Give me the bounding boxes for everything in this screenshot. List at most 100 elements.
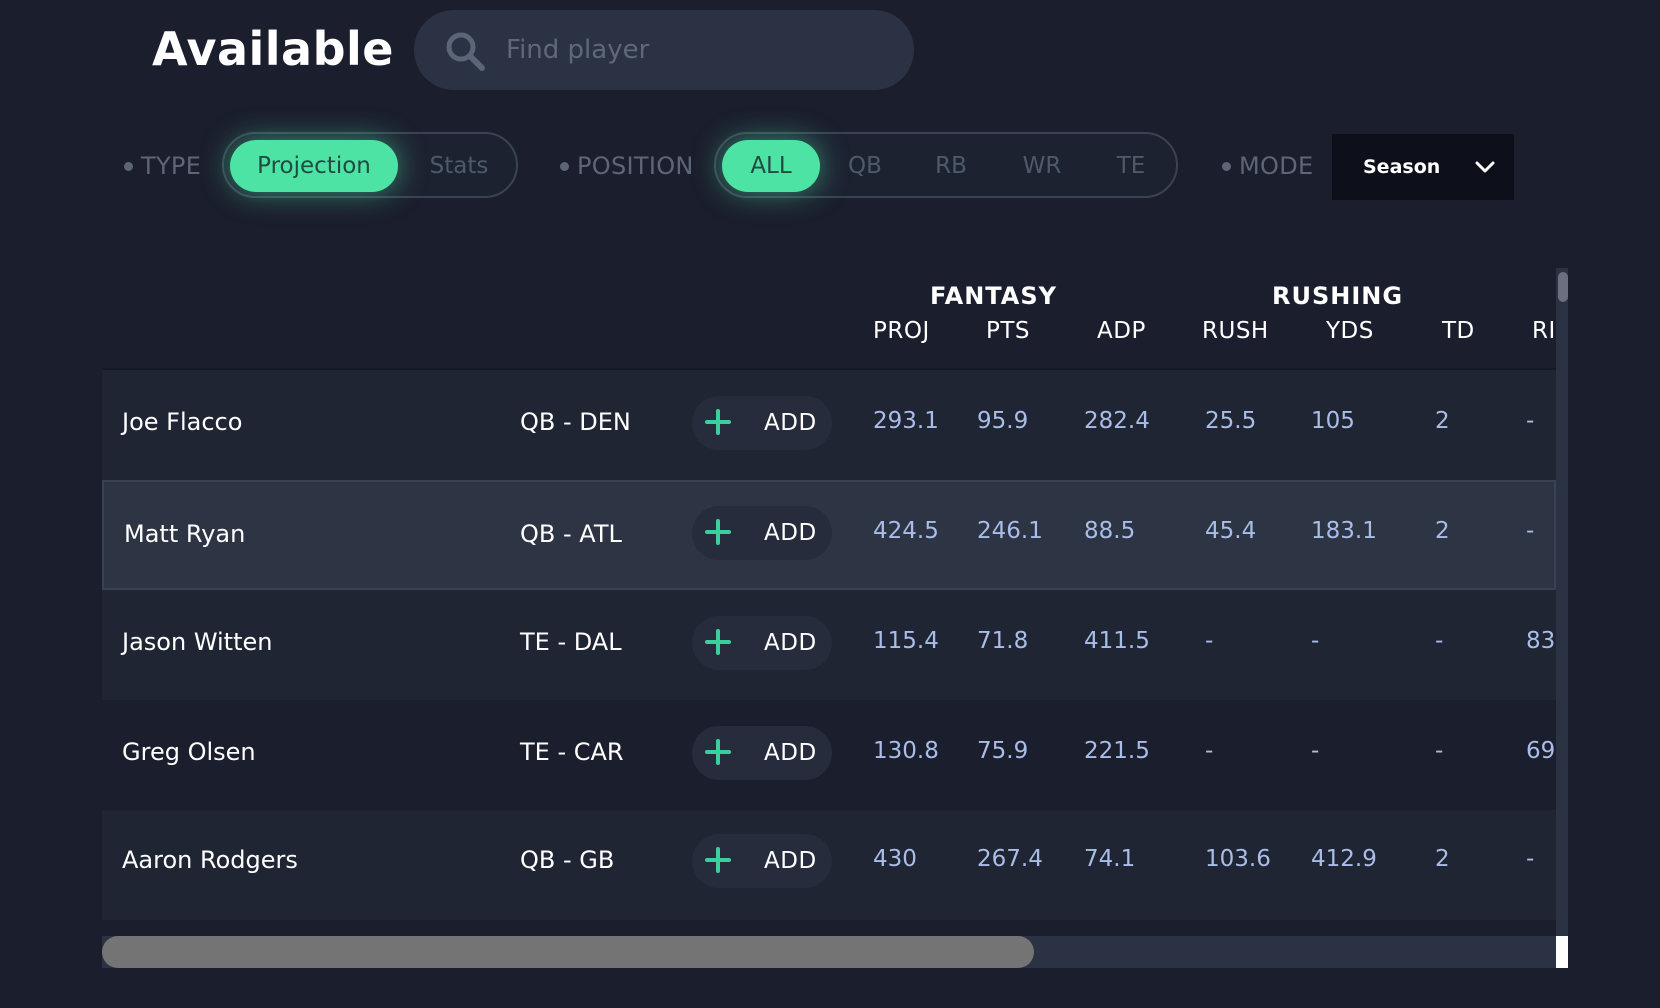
bullet-icon — [124, 161, 133, 171]
position-option-wr[interactable]: WR — [1002, 140, 1082, 192]
cell-ri: - — [1526, 846, 1535, 872]
add-player-button[interactable]: ADD — [692, 616, 832, 670]
column-header-yds[interactable]: YDS — [1326, 318, 1374, 344]
cell-ri: - — [1526, 408, 1535, 434]
cell-yds: 105 — [1311, 408, 1355, 434]
vertical-scrollbar-thumb[interactable] — [1558, 272, 1568, 302]
cell-proj: 430 — [873, 846, 917, 872]
type-option-stats[interactable]: Stats — [408, 140, 510, 192]
cell-adp: 74.1 — [1084, 846, 1136, 872]
add-button-label: ADD — [764, 630, 817, 656]
add-button-label: ADD — [764, 740, 817, 766]
plus-icon — [705, 519, 731, 545]
group-header-rushing: RUSHING — [1272, 282, 1404, 310]
mode-filter-label: MODE — [1222, 152, 1313, 180]
add-button-label: ADD — [764, 520, 817, 546]
add-button-label: ADD — [764, 410, 817, 436]
table-row[interactable]: Matt Ryan QB - ATL ADD 424.5 246.1 88.5 … — [102, 480, 1556, 590]
cell-proj: 424.5 — [873, 518, 939, 544]
search-bar[interactable] — [414, 10, 914, 90]
player-name[interactable]: Greg Olsen — [122, 738, 256, 766]
cell-yds: - — [1311, 628, 1320, 654]
cell-rush: 103.6 — [1205, 846, 1271, 872]
cell-adp: 411.5 — [1084, 628, 1150, 654]
cell-ri: 83 — [1526, 628, 1556, 654]
table-row[interactable]: Jason Witten TE - DAL ADD 115.4 71.8 411… — [102, 590, 1556, 700]
table-row[interactable]: Aaron Rodgers QB - GB ADD 430 267.4 74.1… — [102, 810, 1556, 920]
cell-td: - — [1435, 738, 1444, 764]
cell-proj: 115.4 — [873, 628, 939, 654]
cell-rush: 25.5 — [1205, 408, 1257, 434]
column-header-adp[interactable]: ADP — [1097, 318, 1146, 344]
type-label-text: TYPE — [141, 152, 202, 180]
horizontal-scrollbar-thumb[interactable] — [102, 936, 1034, 968]
add-player-button[interactable]: ADD — [692, 726, 832, 780]
page-title: Available — [152, 22, 394, 76]
table-row[interactable]: Greg Olsen TE - CAR ADD 130.8 75.9 221.5… — [102, 700, 1556, 810]
search-icon — [446, 32, 485, 71]
available-players-page: Available TYPE Projection Stats POSITION… — [0, 0, 1660, 1008]
player-position-team: QB - ATL — [520, 520, 622, 548]
mode-label-text: MODE — [1239, 152, 1314, 180]
column-header-pts[interactable]: PTS — [986, 318, 1030, 344]
player-position-team: TE - DAL — [520, 628, 622, 656]
column-header-td[interactable]: TD — [1442, 318, 1475, 344]
vertical-scrollbar[interactable] — [1556, 268, 1568, 936]
plus-icon — [705, 847, 731, 873]
plus-icon — [705, 739, 731, 765]
search-input[interactable] — [506, 30, 886, 70]
bullet-icon — [560, 161, 569, 171]
cell-yds: 183.1 — [1311, 518, 1377, 544]
position-filter-label: POSITION — [560, 152, 694, 180]
table-row[interactable]: Joe Flacco QB - DEN ADD 293.1 95.9 282.4… — [102, 370, 1556, 480]
mode-select-value: Season — [1363, 156, 1441, 178]
column-header-rush[interactable]: RUSH — [1202, 318, 1269, 344]
cell-pts: 71.8 — [977, 628, 1029, 654]
type-filter-label: TYPE — [124, 152, 201, 180]
player-position-team: QB - GB — [520, 846, 615, 874]
player-name[interactable]: Joe Flacco — [122, 408, 242, 436]
cell-rush: - — [1205, 738, 1214, 764]
position-option-te[interactable]: TE — [1094, 140, 1168, 192]
add-button-label: ADD — [764, 848, 817, 874]
player-name[interactable]: Jason Witten — [122, 628, 272, 656]
cell-pts: 267.4 — [977, 846, 1043, 872]
add-player-button[interactable]: ADD — [692, 396, 832, 450]
column-header-proj[interactable]: PROJ — [873, 318, 930, 344]
cell-td: 2 — [1435, 408, 1450, 434]
cell-rush: - — [1205, 628, 1214, 654]
cell-td: 2 — [1435, 518, 1450, 544]
cell-pts: 246.1 — [977, 518, 1043, 544]
position-option-qb[interactable]: QB — [828, 140, 902, 192]
cell-ri: 69 — [1526, 738, 1556, 764]
cell-td: 2 — [1435, 846, 1450, 872]
player-position-team: QB - DEN — [520, 408, 631, 436]
bullet-icon — [1222, 161, 1231, 171]
cell-adp: 88.5 — [1084, 518, 1136, 544]
group-header-fantasy: FANTASY — [930, 282, 1058, 310]
column-header-ri[interactable]: RI — [1532, 318, 1556, 344]
add-player-button[interactable]: ADD — [692, 834, 832, 888]
cell-proj: 293.1 — [873, 408, 939, 434]
plus-icon — [705, 409, 731, 435]
position-option-rb[interactable]: RB — [914, 140, 988, 192]
cell-ri: - — [1526, 518, 1535, 544]
cell-yds: - — [1311, 738, 1320, 764]
cell-adp: 221.5 — [1084, 738, 1150, 764]
position-option-all[interactable]: ALL — [722, 140, 820, 192]
cell-pts: 95.9 — [977, 408, 1029, 434]
plus-icon — [705, 629, 731, 655]
player-name[interactable]: Matt Ryan — [124, 520, 245, 548]
cell-rush: 45.4 — [1205, 518, 1257, 544]
cell-proj: 130.8 — [873, 738, 939, 764]
mode-select[interactable]: Season — [1332, 134, 1514, 200]
add-player-button[interactable]: ADD — [692, 506, 832, 560]
player-name[interactable]: Aaron Rodgers — [122, 846, 298, 874]
cell-pts: 75.9 — [977, 738, 1029, 764]
cell-td: - — [1435, 628, 1444, 654]
cell-yds: 412.9 — [1311, 846, 1377, 872]
type-option-projection[interactable]: Projection — [230, 140, 398, 192]
player-position-team: TE - CAR — [520, 738, 624, 766]
players-table: FANTASY RUSHING PROJ PTS ADP RUSH YDS TD… — [102, 268, 1566, 968]
position-label-text: POSITION — [577, 152, 694, 180]
